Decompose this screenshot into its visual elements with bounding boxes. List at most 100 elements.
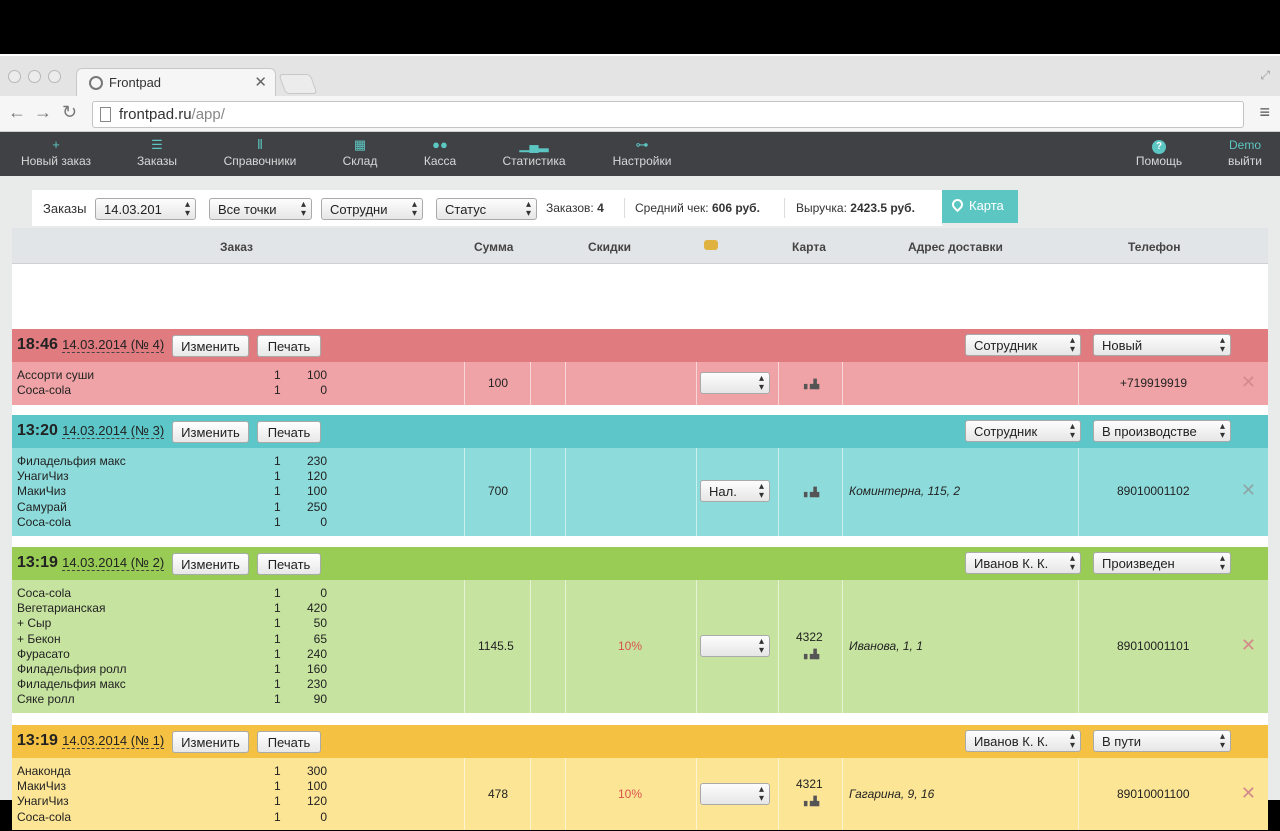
books-icon: ⦀ xyxy=(257,137,263,152)
maximize-window-icon[interactable] xyxy=(48,70,61,83)
toolbar-label: Настройки xyxy=(612,154,672,168)
list-item: Сяке ролл 1 90 xyxy=(17,692,327,707)
select-arrows-icon: ▴ ▾ xyxy=(1219,731,1225,751)
delete-order-icon[interactable]: ✕ xyxy=(1241,480,1256,501)
col-payment xyxy=(704,239,718,253)
status-select-value: Статус xyxy=(445,202,487,217)
staff-select[interactable]: Сотрудни ▴ ▾ xyxy=(321,198,423,220)
close-window-icon[interactable] xyxy=(8,70,21,83)
divider xyxy=(530,758,531,830)
list-item: Самурай 1 250 xyxy=(17,499,327,514)
date-select[interactable]: 14.03.201 ▴ ▾ xyxy=(95,198,196,220)
edit-button[interactable]: Изменить xyxy=(172,553,249,575)
staff-select[interactable]: Иванов К. К. ▴ ▾ xyxy=(965,730,1081,752)
order-body: Ассорти суши 1 100 Coca-cola 1 0 100 ▴ ▾ ▖▟▖ … xyxy=(12,362,1268,405)
order-address: Иванова, 1, 1 xyxy=(849,639,923,653)
print-button[interactable]: Печать xyxy=(257,553,321,575)
minimize-window-icon[interactable] xyxy=(28,70,41,83)
tab-close-icon[interactable]: ✕ xyxy=(254,73,267,91)
staff-value: Сотрудник xyxy=(974,338,1038,353)
delete-order-icon[interactable]: ✕ xyxy=(1241,372,1256,393)
col-sum: Сумма xyxy=(474,240,514,254)
status-select[interactable]: Новый ▴ ▾ xyxy=(1093,334,1231,356)
average-check: Средний чек: 606 руб. xyxy=(635,201,760,215)
divider xyxy=(778,362,779,405)
list-item: УнагиЧиз 1 120 xyxy=(17,469,327,484)
back-icon[interactable]: ← xyxy=(8,102,26,123)
logout-link[interactable]: выйти xyxy=(1220,154,1270,168)
order-time[interactable]: 13:19 14.03.2014 (№ 1) xyxy=(17,732,165,750)
payment-select[interactable]: Нал. ▴ ▾ xyxy=(700,480,770,502)
staff-select[interactable]: Сотрудник ▴ ▾ xyxy=(965,334,1081,356)
print-button[interactable]: Печать xyxy=(257,731,321,753)
order-discount: 10% xyxy=(618,787,643,801)
select-arrows-icon: ▴ ▾ xyxy=(1069,421,1075,441)
card-number: 4322 xyxy=(796,630,823,644)
select-arrows-icon: ▴ ▾ xyxy=(758,481,764,501)
toolbar-orders[interactable]: ☰ Заказы xyxy=(128,137,186,168)
card-icon[interactable]: ▖▟▖ xyxy=(804,646,823,660)
url-input[interactable]: frontpad.ru/app/ xyxy=(92,101,1244,128)
order-time[interactable]: 13:20 14.03.2014 (№ 3) xyxy=(17,422,165,440)
order-time[interactable]: 18:46 14.03.2014 (№ 4) xyxy=(17,336,165,354)
delete-order-icon[interactable]: ✕ xyxy=(1241,783,1256,804)
select-arrows-icon: ▴ ▾ xyxy=(758,373,764,393)
toolbar-warehouse[interactable]: ▦ Склад xyxy=(334,137,386,168)
payment-select[interactable]: ▴ ▾ xyxy=(700,783,770,805)
toolbar-new-order[interactable]: + Новый заказ xyxy=(14,137,98,168)
staff-select[interactable]: Иванов К. К. ▴ ▾ xyxy=(965,552,1081,574)
payment-select[interactable]: ▴ ▾ xyxy=(700,635,770,657)
divider xyxy=(530,448,531,536)
list-item: + Бекон 1 65 xyxy=(17,631,327,646)
list-item: Coca-cola 1 0 xyxy=(17,809,327,824)
select-arrows-icon: ▴ ▾ xyxy=(758,784,764,804)
toolbar-references[interactable]: ⦀ Справочники xyxy=(216,137,304,168)
help-icon: ? xyxy=(1152,140,1166,154)
toolbar-help[interactable]: ? Помощь xyxy=(1128,137,1190,168)
toolbar-settings[interactable]: ⊶ Настройки xyxy=(604,137,680,168)
edit-button[interactable]: Изменить xyxy=(172,421,249,443)
status-select[interactable]: В производстве ▴ ▾ xyxy=(1093,420,1231,442)
card-icon[interactable]: ▖▟▖ xyxy=(804,793,823,807)
order-header: 13:19 14.03.2014 (№ 2) Изменить Печать И… xyxy=(12,547,1268,580)
status-select[interactable]: Статус ▴ ▾ xyxy=(436,198,537,220)
order-discount: 10% xyxy=(618,639,643,653)
delete-order-icon[interactable]: ✕ xyxy=(1241,635,1256,656)
divider xyxy=(1078,580,1079,713)
map-button[interactable]: Карта xyxy=(942,190,1018,223)
reload-icon[interactable]: ↻ xyxy=(62,102,77,123)
bar-chart-icon: ▁▄▂ xyxy=(519,137,549,152)
status-select[interactable]: В пути ▴ ▾ xyxy=(1093,730,1231,752)
list-item: Анаконда 1 300 xyxy=(17,764,327,778)
edit-button[interactable]: Изменить xyxy=(172,335,249,357)
toolbar-cashbox[interactable]: ●● Касса xyxy=(414,137,466,168)
browser-menu-icon[interactable]: ≡ xyxy=(1259,102,1270,123)
favicon-icon xyxy=(89,76,103,90)
staff-select[interactable]: Сотрудник ▴ ▾ xyxy=(965,420,1081,442)
print-button[interactable]: Печать xyxy=(257,335,321,357)
order-phone: +719919919 xyxy=(1120,376,1188,390)
new-tab-button[interactable] xyxy=(278,74,318,94)
user-name[interactable]: Demo xyxy=(1220,137,1270,153)
forward-icon[interactable]: → xyxy=(34,102,52,123)
card-icon[interactable]: ▖▟▖ xyxy=(804,484,823,498)
divider xyxy=(464,362,465,405)
status-select[interactable]: Произведен ▴ ▾ xyxy=(1093,552,1231,574)
list-icon: ☰ xyxy=(151,137,163,152)
browser-tab[interactable]: Frontpad ✕ xyxy=(76,68,276,96)
payment-select[interactable]: ▴ ▾ xyxy=(700,372,770,394)
divider xyxy=(1078,448,1079,536)
print-button[interactable]: Печать xyxy=(257,421,321,443)
card-icon[interactable]: ▖▟▖ xyxy=(804,376,823,390)
order-time[interactable]: 13:19 14.03.2014 (№ 2) xyxy=(17,554,165,572)
fullscreen-icon[interactable]: ⤢ xyxy=(1260,68,1270,83)
points-select[interactable]: Все точки ▴ ▾ xyxy=(209,198,312,220)
toolbar-statistics[interactable]: ▁▄▂ Статистика xyxy=(494,137,574,168)
select-arrows-icon: ▴ ▾ xyxy=(1219,421,1225,441)
select-arrows-icon: ▴ ▾ xyxy=(300,199,306,219)
select-arrows-icon: ▴ ▾ xyxy=(1219,335,1225,355)
coins-icon xyxy=(704,240,718,250)
edit-button[interactable]: Изменить xyxy=(172,731,249,753)
map-pin-icon xyxy=(949,196,966,213)
list-item: Филадельфия ролл 1 160 xyxy=(17,661,327,676)
